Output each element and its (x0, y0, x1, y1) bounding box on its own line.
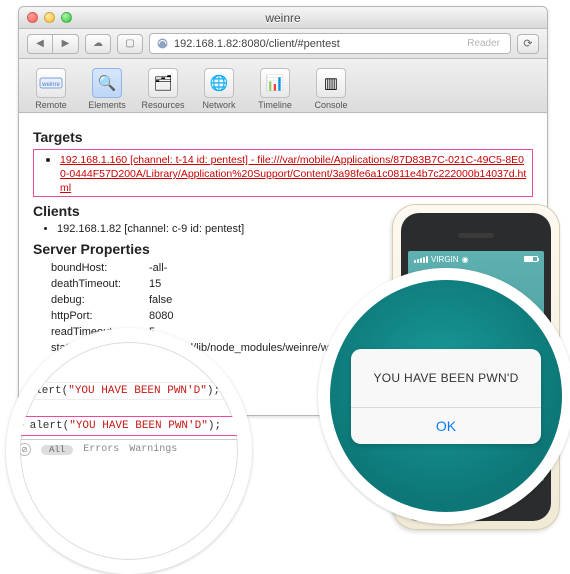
site-icon (156, 38, 168, 50)
console-magnifier: ›alert("YOU HAVE BEEN PWN'D"); ›alert("Y… (6, 328, 252, 574)
close-icon[interactable] (27, 12, 38, 23)
icloud-tabs-button[interactable]: ☁ (85, 34, 111, 54)
url-text: 192.168.1.82:8080/client/#pentest (174, 38, 457, 50)
prop-httpport: 8080 (149, 309, 173, 325)
alert-dialog: YOU HAVE BEEN PWN'D OK (351, 349, 541, 444)
prompt-icon: › (19, 420, 26, 432)
wifi-icon: ◉ (462, 255, 469, 264)
reload-button[interactable]: ⟳ (517, 34, 539, 54)
targets-box: 192.168.1.160 [channel: t-14 id: pentest… (33, 149, 533, 197)
devtools-toolbar: weinreRemote 🔍Elements 🗂Resources 🌐Netwo… (19, 59, 547, 113)
tab-network[interactable]: 🌐Network (193, 68, 245, 110)
console-line: ›alert("YOU HAVE BEEN PWN'D"); (12, 382, 252, 399)
tab-resources[interactable]: 🗂Resources (137, 68, 189, 110)
timeline-icon: 📊 (260, 68, 290, 98)
phone-magnifier: YOU HAVE BEEN PWN'D OK (318, 268, 570, 524)
targets-heading: Targets (33, 129, 533, 145)
zoom-icon[interactable] (61, 12, 72, 23)
console-icon: ▥ (316, 68, 346, 98)
filter-errors[interactable]: Errors (83, 444, 119, 455)
address-bar: ◀ ▶ ☁ ▢ 192.168.1.82:8080/client/#pentes… (19, 29, 547, 59)
window-title: weinre (265, 11, 300, 25)
battery-icon (524, 256, 538, 262)
minimize-icon[interactable] (44, 12, 55, 23)
network-icon: 🌐 (204, 68, 234, 98)
console-line-highlighted[interactable]: ›alert("YOU HAVE BEEN PWN'D"); (12, 416, 252, 436)
console-footer: ⊘ All Errors Warnings (12, 439, 252, 459)
filter-warnings[interactable]: Warnings (129, 444, 177, 455)
tab-timeline[interactable]: 📊Timeline (249, 68, 301, 110)
nav-buttons: ◀ ▶ (27, 34, 79, 54)
resources-icon: 🗂 (148, 68, 178, 98)
tab-remote[interactable]: weinreRemote (25, 68, 77, 110)
prop-boundhost: -all- (149, 261, 167, 277)
forward-button[interactable]: ▶ (53, 34, 79, 54)
clear-console-icon[interactable]: ⊘ (18, 443, 31, 456)
prop-debug: false (149, 293, 172, 309)
elements-icon: 🔍 (92, 68, 122, 98)
speaker-icon (458, 233, 494, 238)
tab-elements[interactable]: 🔍Elements (81, 68, 133, 110)
prop-deathtimeout: 15 (149, 277, 161, 293)
console-line-output (12, 399, 252, 416)
remote-icon: weinre (36, 68, 66, 98)
traffic-lights (27, 12, 72, 23)
status-bar: VIRGIN ◉ (408, 251, 544, 267)
tab-console[interactable]: ▥Console (305, 68, 357, 110)
reader-button[interactable]: Reader (463, 38, 504, 49)
svg-text:weinre: weinre (41, 82, 60, 88)
signal-icon (414, 256, 428, 263)
filter-all-pill[interactable]: All (41, 445, 73, 455)
share-button[interactable]: ▢ (117, 34, 143, 54)
alert-ok-button[interactable]: OK (351, 407, 541, 444)
url-field[interactable]: 192.168.1.82:8080/client/#pentest Reader (149, 33, 511, 54)
window-titlebar: weinre (19, 7, 547, 29)
carrier-label: VIRGIN (431, 255, 459, 264)
target-link[interactable]: 192.168.1.160 [channel: t-14 id: pentest… (60, 154, 526, 194)
back-button[interactable]: ◀ (27, 34, 53, 54)
alert-message: YOU HAVE BEEN PWN'D (351, 349, 541, 407)
